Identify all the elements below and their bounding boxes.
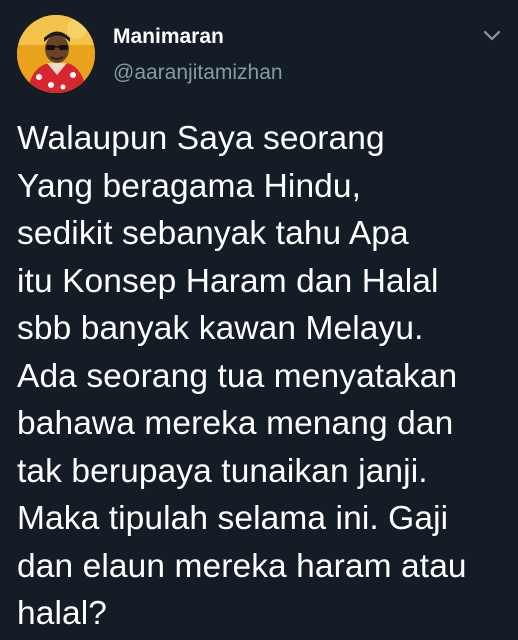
tweet-text-line: itu Konsep Haram dan Halal bbox=[17, 262, 439, 300]
tweet-text-line: tak berupaya tunaikan janji. bbox=[17, 452, 428, 490]
tweet-text-line: sbb banyak kawan Melayu. bbox=[17, 310, 424, 347]
author-handle[interactable]: @aaranjitamizhan bbox=[113, 60, 283, 86]
tweet-text-line: Walaupun Saya seorang bbox=[17, 120, 385, 157]
tweet-card: Manimaran @aaranjitamizhan Walaupun Saya… bbox=[0, 0, 518, 640]
tweet-text-line: sedikit sebanyak tahu Apa bbox=[17, 215, 409, 252]
chevron-down-icon[interactable] bbox=[482, 26, 502, 46]
tweet-text-line: bahawa mereka menang dan bbox=[17, 405, 454, 442]
tweet-text-line: Ada seorang tua menyatakan bbox=[17, 357, 458, 395]
tweet-text: Walaupun Saya seorang Yang beragama Hind… bbox=[17, 115, 512, 638]
avatar[interactable] bbox=[17, 15, 95, 93]
author-display-name[interactable]: Manimaran bbox=[113, 24, 224, 50]
tweet-text-line: dan elaun mereka haram atau bbox=[17, 547, 467, 585]
tweet-text-line: Yang beragama Hindu, bbox=[17, 167, 362, 205]
tweet-text-line: halal? bbox=[17, 595, 108, 632]
avatar-photo bbox=[17, 15, 95, 93]
tweet-text-line: Maka tipulah selama ini. Gaji bbox=[17, 500, 449, 537]
